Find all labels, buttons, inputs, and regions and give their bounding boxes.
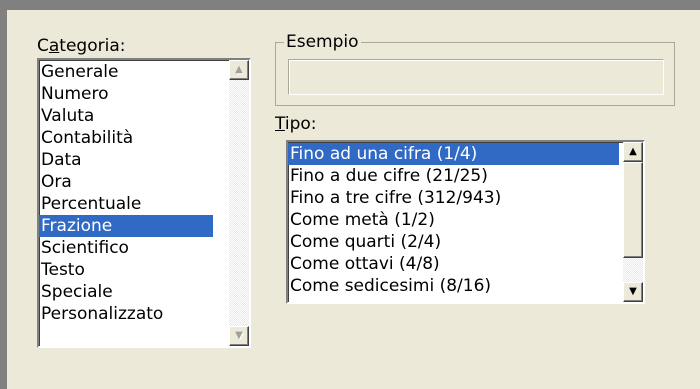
categoria-label-part1: C bbox=[37, 36, 49, 56]
tipo-label-part: ipo: bbox=[284, 114, 317, 134]
tipo-scroll-thumb[interactable] bbox=[623, 162, 643, 258]
scroll-down-icon: ▼ bbox=[235, 330, 243, 341]
esempio-groupbox: Esempio bbox=[275, 32, 675, 106]
categoria-list-item[interactable]: Contabilità bbox=[39, 127, 213, 149]
categoria-list-item[interactable]: Testo bbox=[39, 259, 213, 281]
categoria-label-accesskey: a bbox=[48, 36, 60, 56]
categoria-list-item[interactable]: Personalizzato bbox=[39, 303, 213, 325]
esempio-title: Esempio bbox=[284, 32, 361, 52]
tipo-label: Tipo: bbox=[275, 114, 317, 134]
tipo-listbox[interactable]: Fino ad una cifra (1/4) Fino a due cifre … bbox=[286, 140, 645, 304]
categoria-scrollbar[interactable]: ▲ ▼ bbox=[229, 60, 249, 346]
scroll-up-icon: ▲ bbox=[235, 64, 243, 75]
tipo-list-item[interactable]: Fino a due cifre (21/25) bbox=[288, 165, 619, 187]
tipo-list-item[interactable]: Come ottavi (4/8) bbox=[288, 253, 619, 275]
tipo-list-item[interactable]: Come quarti (2/4) bbox=[288, 231, 619, 253]
tipo-label-accesskey: T bbox=[275, 114, 285, 134]
categoria-list-item[interactable]: Data bbox=[39, 149, 213, 171]
tipo-list-item[interactable]: Come sedicesimi (8/16) bbox=[288, 275, 619, 297]
categoria-label-part2: tegoria: bbox=[59, 36, 126, 56]
categoria-scroll-down-button[interactable]: ▼ bbox=[229, 326, 249, 346]
tipo-list-item[interactable]: Fino a tre cifre (312/943) bbox=[288, 187, 619, 209]
scroll-up-icon: ▲ bbox=[629, 146, 637, 157]
format-cells-dialog: Categoria: Generale Numero Valuta Contabili… bbox=[7, 10, 700, 389]
categoria-list-item[interactable]: Numero bbox=[39, 83, 213, 105]
categoria-list-item[interactable]: Generale bbox=[39, 61, 213, 83]
categoria-list-item[interactable]: Percentuale bbox=[39, 193, 213, 215]
tipo-scroll-down-button[interactable]: ▼ bbox=[623, 282, 643, 302]
tipo-scrollbar[interactable]: ▲ ▼ bbox=[623, 142, 643, 302]
tipo-scroll-up-button[interactable]: ▲ bbox=[623, 142, 643, 162]
categoria-list-item[interactable]: Ora bbox=[39, 171, 213, 193]
format-cells-window: Categoria: Generale Numero Valuta Contabili… bbox=[0, 0, 700, 389]
categoria-list-item[interactable]: Valuta bbox=[39, 105, 213, 127]
esempio-sample-box bbox=[288, 59, 664, 95]
tipo-list-item[interactable]: Fino ad una cifra (1/4) bbox=[288, 143, 619, 165]
scroll-down-icon: ▼ bbox=[629, 286, 637, 297]
categoria-list-item[interactable]: Frazione bbox=[39, 215, 213, 237]
categoria-listbox[interactable]: Generale Numero Valuta Contabilità Data Ora Pe… bbox=[37, 58, 251, 348]
categoria-scroll-up-button[interactable]: ▲ bbox=[229, 60, 249, 80]
categoria-label: Categoria: bbox=[37, 36, 125, 56]
tipo-list-item[interactable]: Come metà (1/2) bbox=[288, 209, 619, 231]
categoria-list-item[interactable]: Speciale bbox=[39, 281, 213, 303]
categoria-list-item[interactable]: Scientifico bbox=[39, 237, 213, 259]
